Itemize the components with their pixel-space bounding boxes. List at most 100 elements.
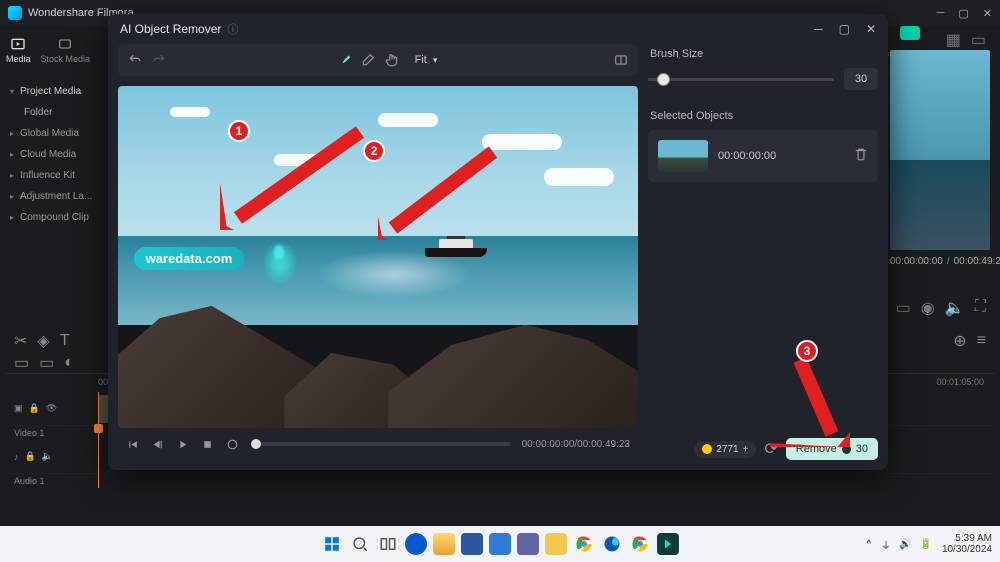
tab-stock-media[interactable]: Stock Media xyxy=(41,36,91,64)
image-view-icon[interactable]: ▭ xyxy=(971,30,986,50)
filmora-logo-icon xyxy=(8,6,22,20)
battery-icon[interactable]: 🔋 xyxy=(919,539,931,550)
delete-object-button[interactable] xyxy=(854,147,868,166)
taskbar-app-chrome[interactable] xyxy=(573,533,595,555)
timeline-tool-a-icon[interactable]: ▭ xyxy=(14,353,29,373)
loop-button[interactable] xyxy=(226,438,239,451)
chevron-down-icon: ▾ xyxy=(433,55,438,66)
playback-scrubber[interactable] xyxy=(251,442,510,446)
sidebar-item-compound-clip[interactable]: ▸Compound Clip xyxy=(0,207,110,228)
app-minimize-button[interactable]: ─ xyxy=(937,7,945,20)
timeline-tool-c-icon[interactable]: ◐ xyxy=(64,354,74,372)
remove-button[interactable]: Remove 30 xyxy=(786,438,878,460)
audio-track-label: Audio 1 xyxy=(14,476,45,486)
taskbar-app-5[interactable] xyxy=(545,533,567,555)
taskbar-app-filmora[interactable] xyxy=(657,533,679,555)
refresh-credits-button[interactable]: ⟳ xyxy=(764,439,777,459)
object-thumbnail xyxy=(658,140,708,172)
track-mute-icon[interactable]: 🔈 xyxy=(42,451,53,462)
timeline-tool-cut-icon[interactable]: ✂ xyxy=(14,331,27,351)
editor-toolbar: Fit ▾ xyxy=(118,44,638,76)
tab-media[interactable]: Media xyxy=(6,36,31,64)
taskbar-app-explorer[interactable] xyxy=(433,533,455,555)
dialog-title: AI Object Remover xyxy=(120,22,221,36)
play-button[interactable] xyxy=(176,438,189,451)
credits-badge[interactable]: 2771 + xyxy=(694,441,756,458)
sidebar-item-global-media[interactable]: ▸Global Media xyxy=(0,123,110,144)
volume-icon[interactable]: 🔊 xyxy=(899,539,911,550)
selected-object-item[interactable]: 00:00:00:00 xyxy=(648,130,878,182)
start-button[interactable] xyxy=(321,533,343,555)
timeline-add-track-icon[interactable]: ⊕ xyxy=(953,331,966,351)
preview-timecode: 00:00:00:00/00:00:49:23 xyxy=(890,256,990,267)
tray-overflow-button[interactable]: ^ xyxy=(866,539,871,550)
brush-size-label: Brush Size xyxy=(650,48,878,60)
credits-coin-icon xyxy=(702,444,712,454)
editor-canvas[interactable]: waredata.com xyxy=(118,86,638,428)
dialog-close-button[interactable]: ✕ xyxy=(866,22,876,36)
app-close-button[interactable]: ✕ xyxy=(983,7,992,20)
accent-badge xyxy=(900,26,920,40)
selected-objects-label: Selected Objects xyxy=(650,110,878,122)
preview-panel: 00:00:00:00/00:00:49:23 xyxy=(890,50,990,282)
step-back-button[interactable] xyxy=(151,438,164,451)
sidebar-item-project-media[interactable]: ▾Project Media xyxy=(0,78,110,102)
video-track-label: Video 1 xyxy=(14,428,44,438)
brush-tool-button[interactable] xyxy=(337,53,351,67)
sidebar-item-influence-kit[interactable]: ▸Influence Kit xyxy=(0,165,110,186)
sidebar-item-adjustment-layer[interactable]: ▸Adjustment La... xyxy=(0,186,110,207)
brush-size-slider[interactable] xyxy=(648,78,834,81)
timeline-tool-b-icon[interactable]: ▭ xyxy=(39,353,54,373)
preview-video-frame[interactable] xyxy=(890,50,990,250)
taskbar-app-chrome-2[interactable] xyxy=(629,533,651,555)
timeline-settings-icon[interactable]: ≡ xyxy=(977,332,986,350)
dialog-minimize-button[interactable]: ─ xyxy=(814,22,823,36)
eraser-tool-button[interactable] xyxy=(361,53,375,67)
taskbar-app-2[interactable] xyxy=(461,533,483,555)
preview-tool-volume-icon[interactable]: 🔈 xyxy=(945,298,965,318)
audio-track-icon: ♪ xyxy=(14,452,19,462)
watermark-selection: waredata.com xyxy=(134,247,245,270)
taskbar-app-4[interactable] xyxy=(517,533,539,555)
preview-tool-camera-icon[interactable]: ◉ xyxy=(921,298,935,318)
stock-icon xyxy=(57,36,73,52)
search-button[interactable] xyxy=(349,533,371,555)
zoom-fit-dropdown[interactable]: Fit ▾ xyxy=(409,52,444,68)
timeline-playhead[interactable] xyxy=(98,392,99,488)
track-visibility-icon[interactable]: 👁 xyxy=(46,403,57,414)
media-icon xyxy=(10,36,26,52)
taskbar-app-3[interactable] xyxy=(489,533,511,555)
brush-size-value[interactable]: 30 xyxy=(844,68,878,90)
sidebar-item-cloud-media[interactable]: ▸Cloud Media xyxy=(0,144,110,165)
object-timestamp: 00:00:00:00 xyxy=(718,150,844,162)
taskbar-app-edge[interactable] xyxy=(601,533,623,555)
redo-button[interactable] xyxy=(152,53,166,67)
track-lock-icon[interactable]: 🔒 xyxy=(29,403,40,414)
sidebar-item-folder[interactable]: Folder xyxy=(0,102,110,123)
wifi-icon[interactable]: ⏚ xyxy=(881,537,891,552)
stop-button[interactable] xyxy=(201,438,214,451)
taskbar-app-1[interactable] xyxy=(405,533,427,555)
grid-view-icon[interactable]: ▦ xyxy=(946,30,961,50)
app-maximize-button[interactable]: ▢ xyxy=(958,7,968,20)
playback-controls: 00:00:00:00/00:00:49:23 xyxy=(118,428,638,460)
timeline-tool-marker-icon[interactable]: ◈ xyxy=(37,331,49,351)
info-icon[interactable]: ⓘ xyxy=(227,21,238,37)
video-track-icon: ▣ xyxy=(14,403,23,414)
preview-tool-expand-icon[interactable]: ⛶ xyxy=(975,298,986,318)
pan-tool-button[interactable] xyxy=(385,53,399,67)
ai-object-remover-dialog: AI Object Remover ⓘ ─ ▢ ✕ Fit xyxy=(108,14,888,470)
compare-button[interactable] xyxy=(614,53,628,67)
seagull-selection xyxy=(264,243,296,283)
task-view-button[interactable] xyxy=(377,533,399,555)
dialog-header: AI Object Remover ⓘ ─ ▢ ✕ xyxy=(108,14,888,44)
system-clock[interactable]: 5:39 AM 10/30/2024 xyxy=(942,533,992,556)
playback-timecode: 00:00:00:00/00:00:49:23 xyxy=(522,439,630,450)
prev-frame-button[interactable] xyxy=(126,438,139,451)
cost-coin-icon xyxy=(842,445,851,454)
timeline-tool-text-icon[interactable]: T xyxy=(60,332,70,350)
undo-button[interactable] xyxy=(128,53,142,67)
track-lock-icon[interactable]: 🔒 xyxy=(25,451,36,462)
dialog-maximize-button[interactable]: ▢ xyxy=(839,22,850,36)
preview-tool-monitor-icon[interactable]: ▭ xyxy=(896,298,911,318)
